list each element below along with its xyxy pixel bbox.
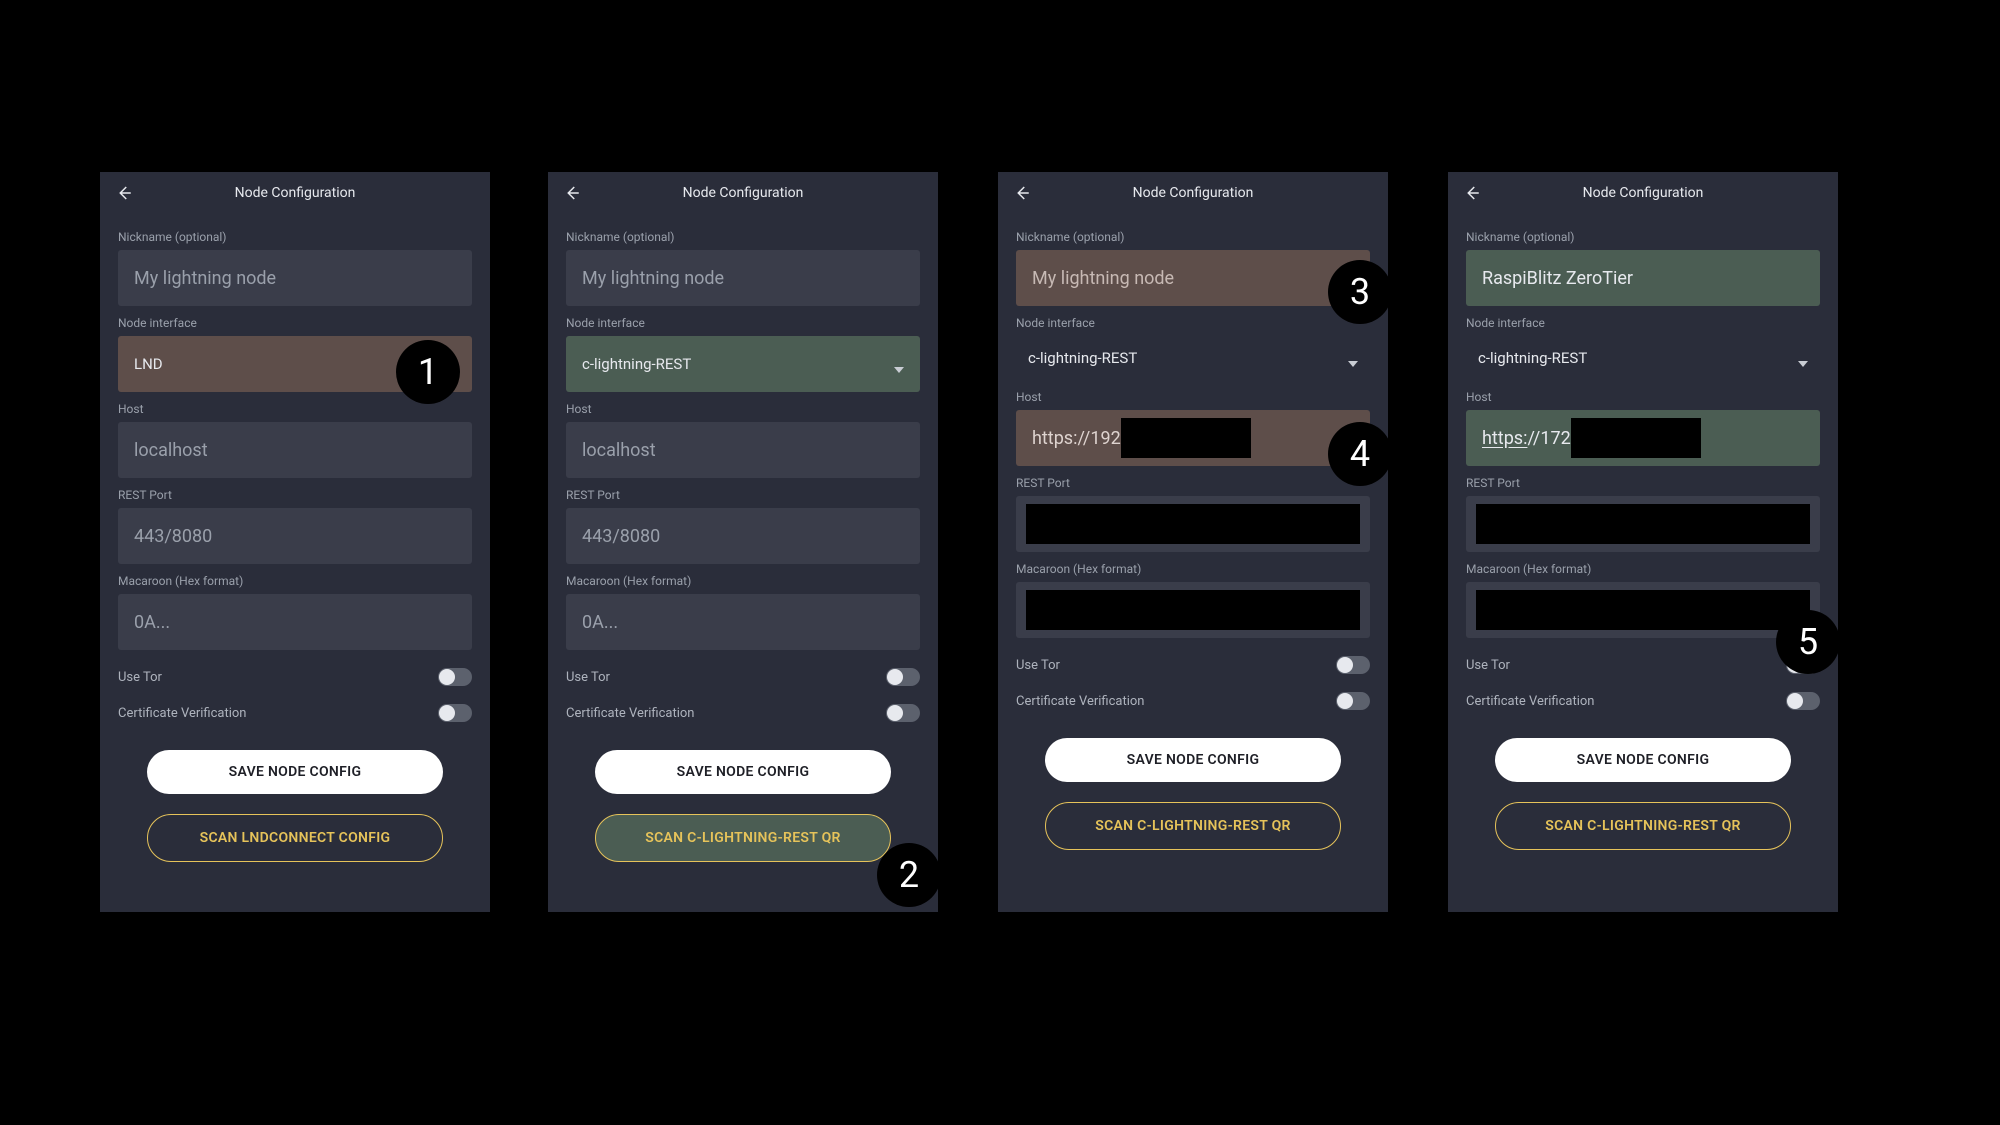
- host-input[interactable]: https://172: [1466, 410, 1820, 466]
- use-tor-label: Use Tor: [566, 670, 610, 685]
- back-button[interactable]: [112, 181, 136, 205]
- nickname-input[interactable]: My lightning node: [566, 250, 920, 306]
- use-tor-label: Use Tor: [1466, 658, 1510, 673]
- host-input[interactable]: localhost: [118, 422, 472, 478]
- macaroon-label: Macaroon (Hex format): [118, 574, 472, 588]
- redacted-port: [1026, 504, 1360, 544]
- redacted-macaroon: [1476, 590, 1810, 630]
- redacted-port: [1476, 504, 1810, 544]
- cert-verify-toggle[interactable]: [1336, 692, 1370, 710]
- node-interface-label: Node interface: [566, 316, 920, 330]
- use-tor-toggle[interactable]: [886, 668, 920, 686]
- host-label: Host: [118, 402, 472, 416]
- screen-4: Node Configuration Nickname (optional) R…: [1448, 172, 1838, 912]
- node-interface-select[interactable]: c-lightning-REST: [566, 336, 920, 392]
- save-button[interactable]: SAVE NODE CONFIG: [1495, 738, 1791, 782]
- step-badge-1: 1: [396, 340, 460, 404]
- screen-1: Node Configuration Nickname (optional) M…: [100, 172, 490, 912]
- rest-port-label: REST Port: [1466, 476, 1820, 490]
- back-button[interactable]: [560, 181, 584, 205]
- host-label: Host: [1016, 390, 1370, 404]
- host-input[interactable]: localhost: [566, 422, 920, 478]
- macaroon-input[interactable]: [1466, 582, 1820, 638]
- nickname-input[interactable]: My lightning node: [118, 250, 472, 306]
- rest-port-label: REST Port: [118, 488, 472, 502]
- arrow-left-icon: [563, 184, 581, 202]
- use-tor-toggle[interactable]: [438, 668, 472, 686]
- page-title: Node Configuration: [548, 185, 938, 201]
- host-label: Host: [1466, 390, 1820, 404]
- macaroon-input[interactable]: 0A...: [566, 594, 920, 650]
- rest-port-label: REST Port: [1016, 476, 1370, 490]
- arrow-left-icon: [1463, 184, 1481, 202]
- node-interface-select[interactable]: c-lightning-REST: [1016, 336, 1370, 380]
- nickname-input[interactable]: My lightning node: [1016, 250, 1370, 306]
- nickname-label: Nickname (optional): [1466, 230, 1820, 244]
- scan-lndconnect-button[interactable]: SCAN LNDCONNECT CONFIG: [147, 814, 443, 862]
- rest-port-input[interactable]: [1016, 496, 1370, 552]
- nickname-label: Nickname (optional): [566, 230, 920, 244]
- back-button[interactable]: [1460, 181, 1484, 205]
- scan-cl-rest-button[interactable]: SCAN C-LIGHTNING-REST QR: [1495, 802, 1791, 850]
- nickname-input[interactable]: RaspiBlitz ZeroTier: [1466, 250, 1820, 306]
- rest-port-input[interactable]: 443/8080: [118, 508, 472, 564]
- use-tor-toggle[interactable]: [1336, 656, 1370, 674]
- rest-port-input[interactable]: 443/8080: [566, 508, 920, 564]
- nickname-label: Nickname (optional): [1016, 230, 1370, 244]
- scan-cl-rest-button[interactable]: SCAN C-LIGHTNING-REST QR: [595, 814, 891, 862]
- macaroon-label: Macaroon (Hex format): [566, 574, 920, 588]
- node-interface-label: Node interface: [1016, 316, 1370, 330]
- redacted-host: [1571, 418, 1701, 458]
- macaroon-input[interactable]: 0A...: [118, 594, 472, 650]
- save-button[interactable]: SAVE NODE CONFIG: [1045, 738, 1341, 782]
- node-interface-label: Node interface: [118, 316, 472, 330]
- step-badge-2: 2: [877, 843, 941, 907]
- cert-verify-label: Certificate Verification: [1016, 694, 1145, 709]
- cert-verify-label: Certificate Verification: [118, 706, 247, 721]
- step-badge-3: 3: [1328, 260, 1392, 324]
- macaroon-input[interactable]: [1016, 582, 1370, 638]
- node-interface-select[interactable]: c-lightning-REST: [1466, 336, 1820, 380]
- chevron-down-icon: [894, 359, 904, 369]
- cert-verify-toggle[interactable]: [1786, 692, 1820, 710]
- save-button[interactable]: SAVE NODE CONFIG: [147, 750, 443, 794]
- chevron-down-icon: [1798, 353, 1808, 363]
- redacted-macaroon: [1026, 590, 1360, 630]
- scan-cl-rest-button[interactable]: SCAN C-LIGHTNING-REST QR: [1045, 802, 1341, 850]
- page-title: Node Configuration: [100, 185, 490, 201]
- save-button[interactable]: SAVE NODE CONFIG: [595, 750, 891, 794]
- cert-verify-label: Certificate Verification: [1466, 694, 1595, 709]
- macaroon-label: Macaroon (Hex format): [1016, 562, 1370, 576]
- use-tor-label: Use Tor: [118, 670, 162, 685]
- node-interface-label: Node interface: [1466, 316, 1820, 330]
- screen-2: Node Configuration Nickname (optional) M…: [548, 172, 938, 912]
- cert-verify-label: Certificate Verification: [566, 706, 695, 721]
- arrow-left-icon: [1013, 184, 1031, 202]
- redacted-host: [1121, 418, 1251, 458]
- rest-port-label: REST Port: [566, 488, 920, 502]
- chevron-down-icon: [1348, 353, 1358, 363]
- page-title: Node Configuration: [998, 185, 1388, 201]
- back-button[interactable]: [1010, 181, 1034, 205]
- arrow-left-icon: [115, 184, 133, 202]
- step-badge-5: 5: [1776, 610, 1840, 674]
- step-badge-4: 4: [1328, 422, 1392, 486]
- cert-verify-toggle[interactable]: [886, 704, 920, 722]
- macaroon-label: Macaroon (Hex format): [1466, 562, 1820, 576]
- host-label: Host: [566, 402, 920, 416]
- nickname-label: Nickname (optional): [118, 230, 472, 244]
- rest-port-input[interactable]: [1466, 496, 1820, 552]
- use-tor-label: Use Tor: [1016, 658, 1060, 673]
- cert-verify-toggle[interactable]: [438, 704, 472, 722]
- page-title: Node Configuration: [1448, 185, 1838, 201]
- host-input[interactable]: https://192: [1016, 410, 1370, 466]
